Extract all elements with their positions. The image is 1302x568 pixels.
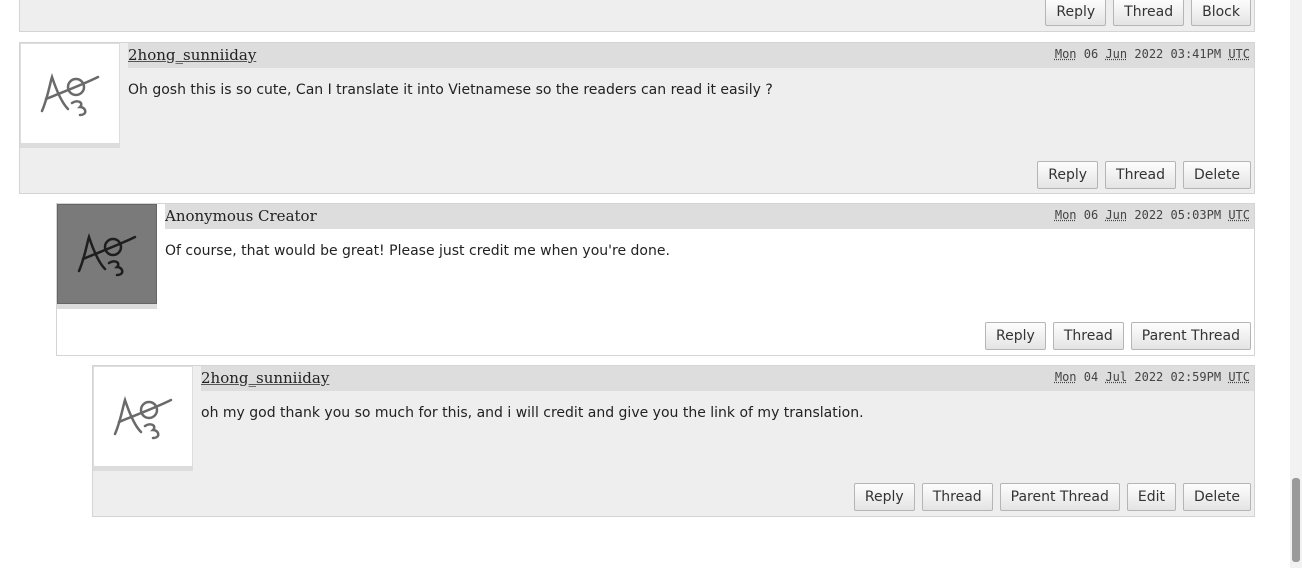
avatar-shadow bbox=[93, 466, 193, 471]
parent-thread-button[interactable]: Parent Thread bbox=[999, 483, 1120, 511]
top-comment: Reply Thread Block bbox=[19, 0, 1255, 32]
comment-body: Oh gosh this is so cute, Can I translate… bbox=[128, 82, 773, 98]
delete-button[interactable]: Delete bbox=[1183, 483, 1251, 511]
avatar-shadow bbox=[57, 304, 157, 309]
comment-body: oh my god thank you so much for this, an… bbox=[201, 405, 864, 421]
reply-button[interactable]: Reply bbox=[1045, 0, 1107, 26]
scrollbar[interactable] bbox=[1290, 0, 1302, 568]
comment-actions: Reply Thread Parent Thread bbox=[985, 322, 1251, 350]
comment-header: Anonymous Creator Mon 06 Jun 2022 05:03P… bbox=[165, 204, 1254, 229]
ao3-avatar-icon bbox=[40, 72, 100, 116]
comment-header: 2hong_sunniiday Mon 04 Jul 2022 02:59PM … bbox=[201, 366, 1254, 391]
comment-author-link[interactable]: 2hong_sunniiday bbox=[128, 44, 256, 66]
comment-timestamp: Mon 06 Jun 2022 05:03PM UTC bbox=[1054, 208, 1250, 222]
comment-author-link[interactable]: 2hong_sunniiday bbox=[201, 367, 329, 389]
avatar[interactable] bbox=[93, 366, 193, 466]
thread-button[interactable]: Thread bbox=[1113, 0, 1185, 26]
thread-button[interactable]: Thread bbox=[921, 483, 993, 511]
comment-actions: Reply Thread Delete bbox=[1037, 161, 1251, 189]
comment-3: 2hong_sunniiday Mon 04 Jul 2022 02:59PM … bbox=[92, 365, 1255, 517]
block-button[interactable]: Block bbox=[1191, 0, 1251, 26]
comment-timestamp: Mon 06 Jun 2022 03:41PM UTC bbox=[1054, 47, 1250, 61]
comment-body: Of course, that would be great! Please j… bbox=[165, 243, 670, 259]
avatar[interactable] bbox=[57, 204, 157, 304]
delete-button[interactable]: Delete bbox=[1183, 161, 1251, 189]
thread-button[interactable]: Thread bbox=[1052, 322, 1124, 350]
ao3-avatar-icon bbox=[77, 233, 137, 277]
comment-header: 2hong_sunniiday Mon 06 Jun 2022 03:41PM … bbox=[128, 43, 1254, 68]
comment-actions: Reply Thread Parent Thread Edit Delete bbox=[853, 483, 1251, 511]
comment-1: 2hong_sunniiday Mon 06 Jun 2022 03:41PM … bbox=[19, 42, 1255, 194]
scrollbar-thumb[interactable] bbox=[1292, 478, 1300, 562]
comment-timestamp: Mon 04 Jul 2022 02:59PM UTC bbox=[1054, 370, 1250, 384]
thread-button[interactable]: Thread bbox=[1105, 161, 1176, 189]
top-comment-actions: Reply Thread Block bbox=[1045, 0, 1251, 26]
reply-button[interactable]: Reply bbox=[853, 483, 915, 511]
reply-button[interactable]: Reply bbox=[1037, 161, 1099, 189]
reply-button[interactable]: Reply bbox=[985, 322, 1046, 350]
edit-button[interactable]: Edit bbox=[1126, 483, 1176, 511]
avatar[interactable] bbox=[20, 43, 120, 143]
comment-2: Anonymous Creator Mon 06 Jun 2022 05:03P… bbox=[56, 203, 1255, 356]
avatar-shadow bbox=[20, 143, 120, 148]
comment-author: Anonymous Creator bbox=[165, 207, 317, 225]
ao3-avatar-icon bbox=[113, 395, 173, 439]
parent-thread-button[interactable]: Parent Thread bbox=[1130, 322, 1251, 350]
